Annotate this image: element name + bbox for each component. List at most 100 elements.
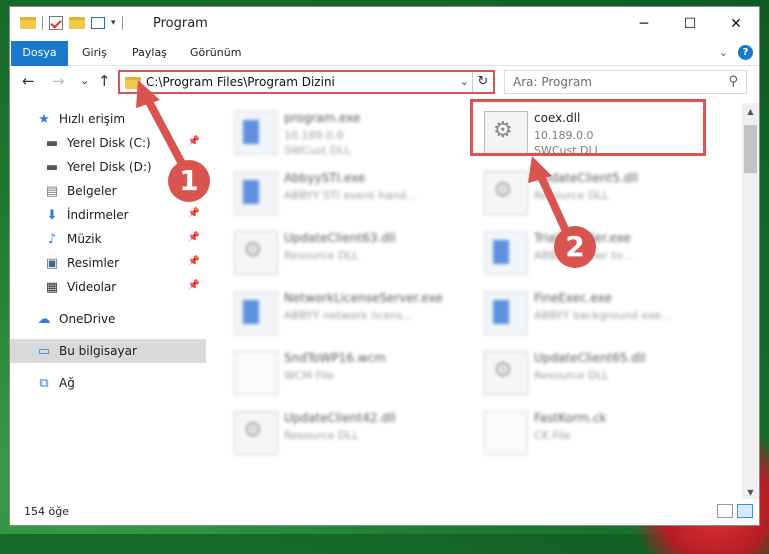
search-icon[interactable]: ⚲ [728, 74, 738, 89]
view-properties-icon[interactable] [91, 17, 105, 29]
file-detail: ABBYY STI event hand... [284, 189, 417, 202]
sidebar-item-label: Yerel Disk (D:) [67, 160, 152, 174]
file-item[interactable]: SndToWP16.wcm WCM File [234, 349, 474, 401]
address-path[interactable]: C:\Program Files\Program Dizini [146, 75, 335, 89]
sidebar-item-label: Hızlı erişim [59, 112, 126, 126]
computer-icon: ▭ [37, 343, 51, 359]
sidebar-item-network[interactable]: ⧉ Ağ [10, 371, 206, 395]
navigation-bar: ← → ⌄ ↑ C:\Program Files\Program Dizini … [10, 66, 759, 98]
file-item[interactable]: NetworkLicenseServer.exe ABBYY network l… [234, 289, 474, 341]
pictures-icon: ▣ [45, 255, 59, 271]
forward-button[interactable]: → [52, 72, 65, 90]
sidebar-item-label: Bu bilgisayar [59, 344, 137, 358]
network-icon: ⧉ [39, 375, 49, 391]
sidebar-item-quick-access[interactable]: ★ Hızlı erişim [10, 107, 206, 131]
tab-view[interactable]: Görünüm [190, 41, 241, 65]
recent-locations-chevron-icon[interactable]: ⌄ [80, 74, 89, 87]
back-button[interactable]: ← [22, 72, 35, 90]
title-bar: ▾ Program ─ ☐ ✕ [10, 7, 759, 41]
search-box[interactable]: Ara: Program ⚲ [504, 70, 747, 94]
search-input[interactable]: Ara: Program [513, 75, 592, 89]
file-name: FineExec.exe [534, 291, 612, 305]
sidebar-item-local-disk-c[interactable]: ▬ Yerel Disk (C:) 📌 [10, 131, 206, 155]
window-controls: ─ ☐ ✕ [621, 7, 759, 41]
file-detail: Resource DLL [534, 369, 609, 382]
file-name: UpdateClient65.dll [534, 351, 646, 365]
file-item[interactable]: UpdateClient42.dll Resource DLL [234, 409, 474, 461]
file-item[interactable]: FineExec.exe ABBYY background exe... [484, 289, 724, 341]
status-bar: 154 öğe [10, 499, 759, 525]
file-name: UpdateClient5.dll [534, 171, 638, 185]
sidebar-item-label: OneDrive [59, 312, 116, 326]
navigation-pane: ★ Hızlı erişim ▬ Yerel Disk (C:) 📌 ▬ Yer… [10, 103, 206, 493]
pin-icon: 📌 [187, 256, 200, 267]
close-button[interactable]: ✕ [713, 7, 759, 41]
dll-icon [234, 231, 278, 275]
sidebar-item-label: İndirmeler [67, 208, 129, 222]
app-icon [234, 171, 278, 215]
tab-home[interactable]: Giriş [82, 41, 107, 65]
download-icon: ⬇ [46, 207, 58, 223]
sidebar-item-onedrive[interactable]: ☁ OneDrive [10, 307, 206, 331]
file-detail: ABBYY network licens... [284, 309, 414, 322]
sidebar-item-label: Resimler [67, 256, 120, 270]
new-folder-icon[interactable] [69, 17, 85, 29]
properties-check-icon[interactable] [49, 16, 63, 30]
sidebar-item-downloads[interactable]: ⬇ İndirmeler 📌 [10, 203, 206, 227]
address-bar[interactable]: C:\Program Files\Program Dizini ⌄ ↻ [118, 70, 495, 94]
file-name: FastKorm.ck [534, 411, 607, 425]
callout-2: 2 [554, 226, 596, 268]
address-dropdown-chevron-icon[interactable]: ⌄ [460, 75, 469, 88]
tab-share[interactable]: Paylaş [132, 41, 167, 65]
details-view-icon[interactable] [717, 504, 733, 518]
file-detail: 10.189.0.0 [284, 129, 344, 142]
sidebar-item-this-pc[interactable]: ▭ Bu bilgisayar [10, 339, 206, 363]
expand-ribbon-chevron-icon[interactable]: ⌄ [719, 46, 728, 59]
drive-icon: ▬ [45, 135, 59, 151]
file-detail: ABBYY background exe... [534, 309, 672, 322]
file-item[interactable]: TrialInstaller.exe ABBYY loader to... [484, 229, 724, 281]
ribbon-right-controls: ⌄ ? [719, 45, 753, 60]
callout-1: 1 [168, 160, 210, 202]
refresh-button[interactable]: ↻ [472, 72, 493, 92]
file-detail: Resource DLL [284, 429, 359, 442]
sidebar-item-videos[interactable]: ▦ Videolar 📌 [10, 275, 206, 299]
vertical-scrollbar[interactable]: ▲ ▼ [742, 103, 759, 501]
minimize-button[interactable]: ─ [621, 7, 667, 41]
file-item[interactable]: AbbyySTI.exe ABBYY STI event hand... [234, 169, 474, 221]
sidebar-item-label: Belgeler [67, 184, 117, 198]
file-item[interactable]: UpdateClient65.dll Resource DLL [484, 349, 724, 401]
doc-icon [234, 351, 278, 395]
file-item[interactable]: UpdateClient5.dll Resource DLL [484, 169, 724, 221]
app-icon [484, 291, 528, 335]
view-switcher [717, 504, 753, 518]
sidebar-item-pictures[interactable]: ▣ Resimler 📌 [10, 251, 206, 275]
sidebar-item-music[interactable]: ♪ Müzik 📌 [10, 227, 206, 251]
pin-icon: 📌 [187, 232, 200, 243]
file-item[interactable]: program.exe 10.189.0.0 SWCust DLL [234, 109, 474, 161]
sidebar-item-label: Ağ [59, 376, 75, 390]
file-item[interactable]: FastKorm.ck CK File [484, 409, 724, 461]
scroll-up-arrow-icon[interactable]: ▲ [742, 103, 759, 120]
file-name: UpdateClient42.dll [284, 411, 396, 425]
scrollbar-thumb[interactable] [744, 125, 757, 173]
help-icon[interactable]: ? [738, 45, 753, 60]
toolbar-divider [42, 16, 43, 30]
music-icon: ♪ [47, 231, 57, 247]
file-item[interactable]: UpdateClient63.dll Resource DLL [234, 229, 474, 281]
dll-icon [234, 411, 278, 455]
pin-icon: 📌 [187, 280, 200, 291]
up-button[interactable]: ↑ [98, 72, 111, 90]
sidebar-item-label: Videolar [67, 280, 117, 294]
tiles-view-icon[interactable] [737, 504, 753, 518]
customize-toolbar-chevron-icon[interactable]: ▾ [111, 18, 116, 28]
star-icon: ★ [38, 111, 50, 127]
maximize-button[interactable]: ☐ [667, 7, 713, 41]
file-detail: CK File [534, 429, 571, 442]
app-icon [234, 111, 278, 155]
folder-icon[interactable] [20, 17, 36, 29]
drive-icon: ▬ [45, 159, 59, 175]
app-icon [484, 231, 528, 275]
documents-icon: ▤ [45, 183, 59, 199]
file-name: SndToWP16.wcm [284, 351, 386, 365]
